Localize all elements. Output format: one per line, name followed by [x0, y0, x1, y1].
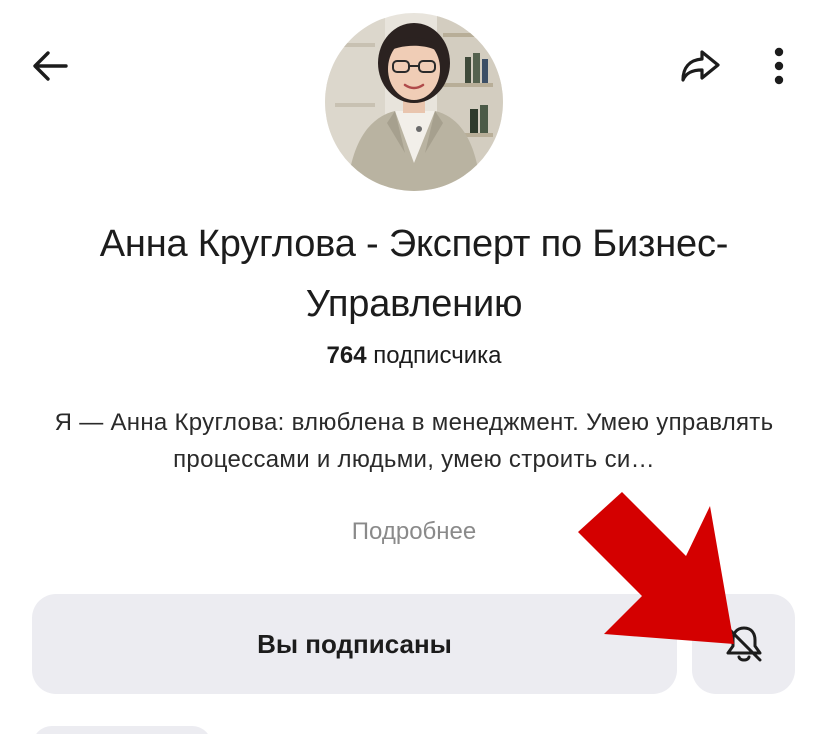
arrow-left-icon: [33, 51, 68, 81]
avatar[interactable]: [325, 13, 503, 191]
avatar-photo: [325, 13, 503, 191]
subscriber-count-number: 764: [326, 342, 367, 369]
subscribed-button[interactable]: Вы подписаны: [32, 594, 677, 694]
subscriber-count: 764 подписчика: [0, 338, 828, 374]
more-details-link[interactable]: Подробнее: [0, 514, 828, 550]
back-button[interactable]: [22, 38, 78, 94]
channel-title: Анна Круглова - Эксперт по Бизнес-Управл…: [99, 223, 729, 325]
vertical-dots-icon: [774, 47, 784, 85]
channel-profile-page: Анна Круглова - Эксперт по Бизнес-Управл…: [0, 0, 828, 734]
subscribed-button-label: Вы подписаны: [257, 628, 452, 659]
subscriber-count-label: подписчика: [373, 342, 502, 369]
more-options-button[interactable]: [756, 38, 802, 94]
secondary-chip[interactable]: [32, 726, 212, 734]
share-arrow-icon: [681, 50, 720, 82]
channel-description: Я — Анна Круглова: влюблена в менеджмент…: [54, 409, 774, 473]
notifications-toggle-button[interactable]: [692, 594, 795, 694]
share-button[interactable]: [672, 38, 728, 94]
bell-off-icon: [726, 626, 761, 662]
